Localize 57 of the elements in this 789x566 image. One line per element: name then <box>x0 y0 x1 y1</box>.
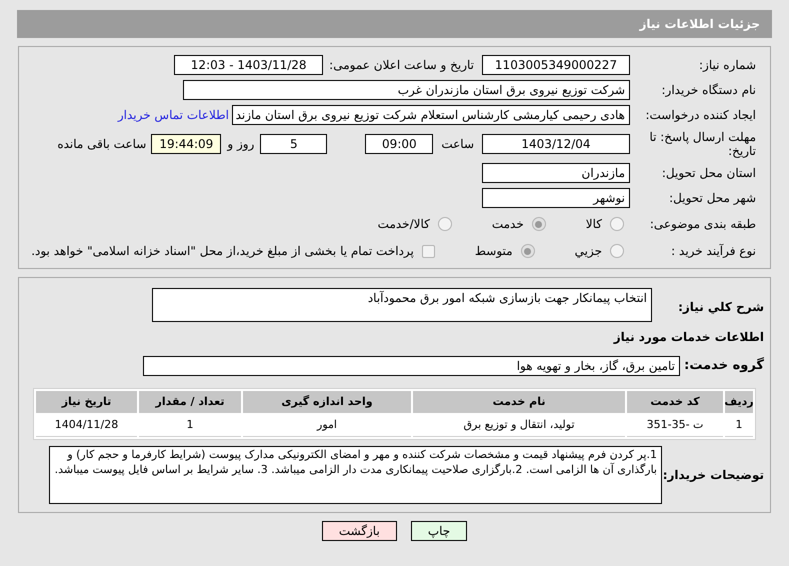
section-title: اطلاعات خدمات مورد نياز <box>612 329 765 346</box>
table-cell: ت -35-351 <box>627 415 723 437</box>
field-label: ایجاد کننده درخواست: <box>644 107 757 124</box>
field-label: شهر محل تحویل: <box>668 190 757 207</box>
column-header: نام خدمت <box>413 391 625 413</box>
field-label: شماره نیاز: <box>698 57 757 74</box>
field-label: شرح کلي نياز: <box>677 299 765 316</box>
field-label: متوسط <box>474 243 513 260</box>
text-field[interactable]: 1403/11/28 - 12:03 <box>174 55 324 75</box>
text-field[interactable]: نوشهر <box>482 188 630 208</box>
radio-button[interactable] <box>520 244 535 258</box>
table-cell: 1 <box>725 415 753 437</box>
column-header: واحد اندازه گیری <box>243 391 411 413</box>
column-header: تاریخ نیاز <box>36 391 137 413</box>
text-field[interactable]: هادی رحیمی کیارمشی کارشناس استعلام شرکت توزیع نیروی برق استان مازند <box>232 105 630 125</box>
column-header: ردیف <box>725 391 753 413</box>
text-field[interactable]: مازندران <box>482 163 630 183</box>
field-label: کالا <box>586 216 602 233</box>
checkbox[interactable] <box>422 244 435 258</box>
column-header: کد خدمت <box>627 391 723 413</box>
field-label: روز و <box>227 136 254 153</box>
field-label: مهلت ارسال پاسخ: تا تاریخ: <box>648 130 757 158</box>
text-field[interactable]: 5 <box>260 134 328 154</box>
countdown-field[interactable]: 19:44:09 <box>151 134 222 154</box>
radio-button[interactable] <box>610 217 624 231</box>
text-field[interactable]: 1103005349000227 <box>482 55 630 75</box>
field-label: استان محل تحویل: <box>660 165 757 182</box>
field-label: کالا/خدمت <box>378 216 430 233</box>
column-header: تعداد / مقدار <box>139 391 241 413</box>
field-label: خدمت <box>492 216 524 233</box>
text-field[interactable]: 09:00 <box>365 134 434 154</box>
table-cell: تولید، انتقال و توزیع برق <box>413 415 625 437</box>
field-label: پرداخت تمام یا بخشی از مبلغ خرید،از محل "اسناد خزانه اسلامی" خواهد بود. <box>31 243 414 260</box>
page-title: جزئیات اطلاعات نیاز <box>639 16 760 33</box>
table-cell: امور <box>243 415 411 437</box>
print-button[interactable]: چاپ <box>410 521 468 541</box>
radio-button[interactable] <box>438 217 452 231</box>
field-label: توضیحات خریدار: <box>662 467 765 484</box>
field-label: ساعت <box>441 136 474 153</box>
text-field[interactable]: شرکت توزیع نیروی برق استان مازندران غرب <box>183 80 630 100</box>
notes-textarea[interactable]: 1.پر کردن فرم پیشنهاد قیمت و مشخصات شرکت کننده و مهر و امضای الکترونیکی مدارک پیوست (شرایط کارفرما و حجم کار) و بارگذاری آن ها الزامی است. 2.بارگزاری صلاحیت پیمانکاری مدت دار الزامی میباشد. 3. سایر شرایط بر اساس فایل پیوست میباشد. <box>49 446 662 504</box>
table-cell: 1 <box>139 415 241 437</box>
field-label: ساعت باقی مانده <box>57 136 146 153</box>
table-cell: 1404/11/28 <box>36 415 137 437</box>
radio-button[interactable] <box>610 244 624 258</box>
description-textarea[interactable]: انتخاب پیمانکار جهت بازسازی شبکه امور برق محمودآباد <box>152 288 652 322</box>
radio-button[interactable] <box>532 217 546 231</box>
back-button[interactable]: بازگشت <box>322 521 397 541</box>
field-label: تاریخ و ساعت اعلان عمومی: <box>329 57 474 74</box>
field-label: گروه خدمت: <box>683 356 765 376</box>
field-label: طبقه بندی موضوعی: <box>648 216 757 233</box>
field-label: جزیي <box>574 243 602 260</box>
text-field[interactable]: تامین برق، گاز، بخار و تهویه هوا <box>143 356 680 376</box>
text-field[interactable]: 1403/12/04 <box>482 134 630 154</box>
field-label: نوع فرآیند خرید : <box>670 243 757 260</box>
field-label: نام دستگاه خریدار: <box>660 82 757 99</box>
contact-link[interactable]: اطلاعات تماس خریدار <box>118 106 229 124</box>
